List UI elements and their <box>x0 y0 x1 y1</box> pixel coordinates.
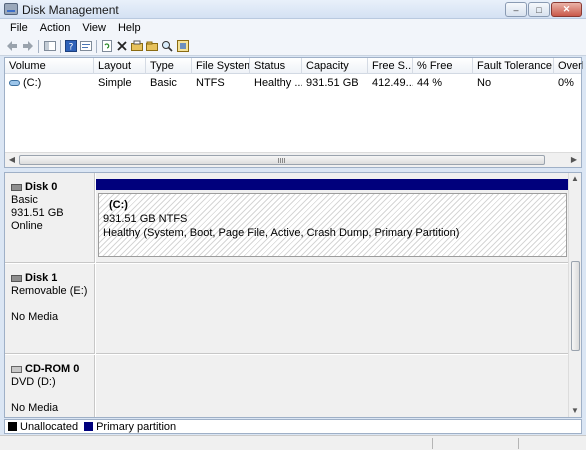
vertical-scroll-thumb[interactable] <box>571 261 580 351</box>
cell-status: Healthy ... <box>254 77 302 89</box>
cdrom-icon <box>11 366 22 373</box>
menu-view[interactable]: View <box>76 22 112 34</box>
cell-capacity: 931.51 GB <box>306 77 359 89</box>
partition-name: (C:) <box>109 199 128 211</box>
hard-disk-icon <box>11 184 22 191</box>
disk-management-icon <box>4 3 18 15</box>
scroll-left-icon[interactable]: ◀ <box>6 155 18 165</box>
window-title: Disk Management <box>22 3 119 17</box>
horizontal-scroll-thumb[interactable] <box>19 155 545 165</box>
scroll-right-icon[interactable]: ▶ <box>568 155 580 165</box>
column-header-file-system[interactable]: File System <box>192 58 250 74</box>
minimize-icon: – <box>513 4 519 15</box>
disk-1-type: Removable (E:) <box>11 285 88 297</box>
primary-partition-swatch <box>84 422 94 431</box>
help-icon[interactable]: ? <box>65 40 77 52</box>
partition-c[interactable]: (C:) 931.51 GB NTFS Healthy (System, Boo… <box>96 173 569 257</box>
close-button[interactable]: ✕ <box>551 2 582 17</box>
zoom-icon[interactable] <box>161 40 173 52</box>
disk-0-label[interactable]: Disk 0 Basic 931.51 GB Online <box>5 173 95 263</box>
title-bar: Disk Management – □ ✕ <box>0 0 586 19</box>
volume-name: (C:) <box>23 77 42 89</box>
partition-status: Healthy (System, Boot, Page File, Active… <box>103 227 460 239</box>
column-header-status[interactable]: Status <box>250 58 302 74</box>
volume-row[interactable]: (C:) Simple Basic NTFS Healthy ... 931.5… <box>5 75 581 91</box>
disk-0-partitions: (C:) 931.51 GB NTFS Healthy (System, Boo… <box>96 173 569 263</box>
delete-icon[interactable] <box>116 40 128 52</box>
vertical-scrollbar[interactable]: ▲ ▼ <box>568 173 581 417</box>
maximize-button[interactable]: □ <box>528 2 550 17</box>
volume-list-header: Volume Layout Type File System Status Ca… <box>5 58 583 74</box>
disk-0-state: Online <box>11 220 43 232</box>
toolbar-separator <box>96 40 97 53</box>
toolbar-separator <box>60 40 61 53</box>
column-header-overhead[interactable]: Overh <box>554 58 583 74</box>
disk-1-name: Disk 1 <box>25 272 58 284</box>
column-header-layout[interactable]: Layout <box>94 58 146 74</box>
disk-0-size: 931.51 GB <box>11 207 64 219</box>
disk-view: Disk 0 Basic 931.51 GB Online (C:) 931.5… <box>4 172 582 418</box>
cdrom-0-type: DVD (D:) <box>11 376 56 388</box>
partition-c-box[interactable]: (C:) 931.51 GB NTFS Healthy (System, Boo… <box>98 193 567 257</box>
cdrom-0-name: CD-ROM 0 <box>25 363 80 375</box>
grip-icon <box>278 158 286 163</box>
menu-help[interactable]: Help <box>112 22 147 34</box>
cdrom-0-area[interactable] <box>96 355 569 417</box>
status-divider <box>432 438 433 449</box>
cdrom-0-state: No Media <box>11 402 59 414</box>
legend: Unallocated Primary partition <box>4 419 582 434</box>
cdrom-0-label[interactable]: CD-ROM 0 DVD (D:) No Media <box>5 355 95 417</box>
disk-1-area[interactable] <box>96 264 569 354</box>
cell-percent-free: 44 % <box>417 77 443 89</box>
cell-volume: (C:) <box>5 75 94 91</box>
column-header-percent-free[interactable]: % Free <box>413 58 473 74</box>
cell-free-space: 412.49... <box>372 77 413 89</box>
svg-text:?: ? <box>69 43 74 53</box>
toolbar-separator <box>38 40 39 53</box>
back-icon[interactable] <box>6 40 18 52</box>
scroll-up-icon[interactable]: ▲ <box>570 174 580 184</box>
cell-layout: Simple <box>98 77 132 89</box>
refresh-icon[interactable] <box>101 40 113 52</box>
menu-action[interactable]: Action <box>34 22 77 34</box>
disk-0-name: Disk 0 <box>25 181 58 193</box>
close-icon: ✕ <box>562 4 571 14</box>
column-header-volume[interactable]: Volume <box>5 58 94 74</box>
settings-icon[interactable] <box>177 40 189 52</box>
scroll-down-icon[interactable]: ▼ <box>570 406 580 416</box>
volume-icon <box>9 80 20 87</box>
minimize-button[interactable]: – <box>505 2 527 17</box>
column-header-capacity[interactable]: Capacity <box>302 58 368 74</box>
removable-disk-icon <box>11 275 22 282</box>
partition-size: 931.51 GB NTFS <box>103 213 188 225</box>
legend-unallocated: Unallocated <box>20 420 79 433</box>
menu-bar: File Action View Help <box>0 19 586 37</box>
volume-list: Volume Layout Type File System Status Ca… <box>4 57 583 168</box>
primary-partition-bar <box>96 179 569 190</box>
legend-primary-partition: Primary partition <box>96 420 177 433</box>
properties-icon[interactable] <box>80 40 92 52</box>
column-header-free-space[interactable]: Free S... <box>368 58 413 74</box>
forward-icon[interactable] <box>22 40 34 52</box>
column-header-fault-tolerance[interactable]: Fault Tolerance <box>473 58 554 74</box>
unallocated-swatch <box>8 422 17 431</box>
disk-0-type: Basic <box>11 194 38 206</box>
explore-icon[interactable] <box>146 40 158 52</box>
show-hide-tree-icon[interactable] <box>44 40 56 52</box>
cell-file-system: NTFS <box>196 77 225 89</box>
status-bar <box>0 435 586 450</box>
toolbar: ? <box>0 37 586 56</box>
cell-type: Basic <box>150 77 177 89</box>
status-divider <box>518 438 519 449</box>
open-icon[interactable] <box>131 40 143 52</box>
column-header-type[interactable]: Type <box>146 58 192 74</box>
disk-1-label[interactable]: Disk 1 Removable (E:) No Media <box>5 264 95 354</box>
horizontal-scrollbar[interactable]: ◀ ▶ <box>5 152 581 167</box>
menu-file[interactable]: File <box>4 22 34 34</box>
maximize-icon: □ <box>536 4 542 15</box>
cell-overhead: 0% <box>558 77 574 89</box>
cell-fault-tolerance: No <box>477 77 492 89</box>
disk-1-state: No Media <box>11 311 59 323</box>
